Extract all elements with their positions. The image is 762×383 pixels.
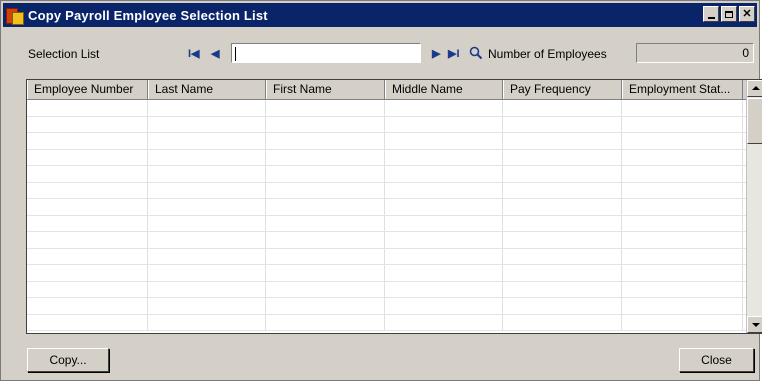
- copy-payroll-window: Copy Payroll Employee Selection List ✕ S…: [0, 0, 762, 381]
- app-icon: [6, 6, 24, 25]
- grid-header: Employee Number Last Name First Name Mid…: [27, 80, 762, 100]
- arrow-down-icon: [752, 323, 760, 327]
- table-row: [27, 232, 762, 249]
- column-last-name[interactable]: Last Name: [148, 80, 266, 99]
- table-row: [27, 182, 762, 199]
- column-employee-number[interactable]: Employee Number: [27, 80, 148, 99]
- vertical-scrollbar[interactable]: [746, 80, 762, 333]
- minimize-icon[interactable]: [703, 6, 719, 22]
- employee-count-label: Number of Employees: [488, 47, 607, 61]
- first-record-icon[interactable]: I◀: [188, 47, 200, 60]
- selection-list-input[interactable]: [231, 43, 421, 63]
- arrow-up-icon: [752, 86, 760, 90]
- table-row: [27, 166, 762, 183]
- grid-body: [27, 100, 762, 331]
- table-row: [27, 100, 762, 117]
- window-title: Copy Payroll Employee Selection List: [28, 7, 268, 23]
- table-row: [27, 215, 762, 232]
- search-icon[interactable]: [469, 46, 483, 60]
- next-record-icon[interactable]: ▶: [432, 47, 440, 60]
- window-controls: ✕: [703, 6, 755, 22]
- table-row: [27, 314, 762, 331]
- column-employment-status[interactable]: Employment Stat...: [622, 80, 743, 99]
- column-first-name[interactable]: First Name: [266, 80, 385, 99]
- table-row: [27, 116, 762, 133]
- maximize-icon[interactable]: [721, 6, 737, 22]
- previous-record-icon[interactable]: ◀: [211, 47, 219, 60]
- table-row: [27, 265, 762, 282]
- table-row: [27, 298, 762, 315]
- column-middle-name[interactable]: Middle Name: [385, 80, 503, 99]
- employee-grid[interactable]: Employee Number Last Name First Name Mid…: [26, 79, 762, 334]
- last-record-icon[interactable]: ▶I: [448, 47, 460, 60]
- employee-count-field: 0: [636, 43, 754, 63]
- selection-list-label: Selection List: [28, 47, 100, 61]
- scroll-down-button[interactable]: [747, 316, 762, 333]
- title-bar[interactable]: Copy Payroll Employee Selection List ✕: [3, 3, 757, 27]
- table-row: [27, 149, 762, 166]
- scroll-up-button[interactable]: [747, 80, 762, 97]
- close-icon[interactable]: ✕: [739, 6, 755, 22]
- table-row: [27, 133, 762, 150]
- close-button[interactable]: Close: [679, 348, 754, 372]
- scroll-thumb[interactable]: [747, 98, 762, 144]
- column-pay-frequency[interactable]: Pay Frequency: [503, 80, 622, 99]
- table-row: [27, 199, 762, 216]
- copy-button[interactable]: Copy...: [27, 348, 109, 372]
- table-row: [27, 248, 762, 265]
- table-row: [27, 281, 762, 298]
